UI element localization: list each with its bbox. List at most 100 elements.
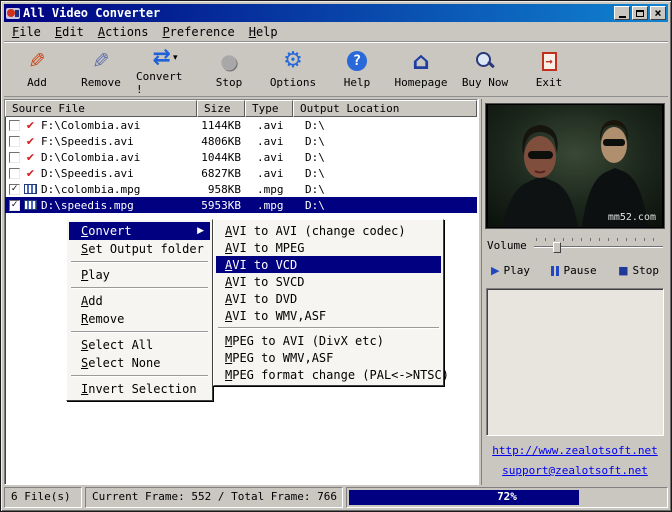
source-file-cell: D:\colombia.mpg — [41, 183, 140, 196]
row-checkbox[interactable]: ✓ — [9, 200, 20, 211]
context-menu-item-select-none[interactable]: Select None — [69, 354, 210, 372]
support-email-link[interactable]: support@zealotsoft.net — [502, 464, 648, 477]
remove-button[interactable]: ✎ Remove — [72, 45, 130, 94]
table-row[interactable]: ✔D:\Speedis.avi 6827KB .avi D:\ — [5, 165, 477, 181]
help-button[interactable]: ? Help — [328, 45, 386, 94]
row-checkbox[interactable]: ✓ — [9, 184, 20, 195]
minimize-icon — [619, 16, 626, 18]
submenu-item-mpeg-to-wmv[interactable]: MPEG to WMV,ASF — [216, 349, 441, 366]
volume-row: Volume — [487, 238, 663, 253]
homepage-button[interactable]: ⌂ Homepage — [392, 45, 450, 94]
file-list-header: Source File Size Type Output Location — [5, 100, 477, 117]
add-icon: ✎ — [28, 51, 46, 72]
app-window: All Video Converter × File Edit Actions … — [0, 0, 672, 512]
remove-icon: ✎ — [92, 51, 110, 72]
source-file-cell: D:\Speedis.avi — [41, 167, 134, 180]
context-menu-item-select-all[interactable]: Select All — [69, 336, 210, 354]
submenu-item-mpeg-to-avi[interactable]: MPEG to AVI (DivX etc) — [216, 332, 441, 349]
converted-check-icon: ✔ — [24, 119, 37, 132]
window-title: All Video Converter — [23, 6, 611, 20]
buy-now-button[interactable]: Buy Now — [456, 45, 514, 94]
row-checkbox[interactable] — [9, 120, 20, 131]
context-menu-item-remove[interactable]: Remove — [69, 310, 210, 328]
menu-help[interactable]: Help — [243, 23, 286, 41]
source-file-cell: F:\Colombia.avi — [41, 119, 140, 132]
menu-preference[interactable]: Preference — [156, 23, 242, 41]
row-checkbox[interactable] — [9, 168, 20, 179]
pause-button[interactable]: Pause — [549, 263, 598, 278]
table-row[interactable]: ✔F:\Colombia.avi 1144KB .avi D:\ — [5, 117, 477, 133]
stop-icon: ● — [220, 51, 237, 71]
context-menu-item-convert[interactable]: Convert ▶ — [69, 222, 210, 240]
maximize-icon — [636, 10, 644, 17]
submenu-item-avi-to-vcd[interactable]: AVI to VCD — [216, 256, 441, 273]
options-gear-icon: ⚙ — [283, 50, 303, 72]
context-menu-item-play[interactable]: Play — [69, 266, 210, 284]
minimize-button[interactable] — [614, 6, 630, 20]
column-header-type[interactable]: Type — [245, 100, 293, 117]
type-cell: .avi — [245, 167, 293, 180]
checkbox-check-icon: ✓ — [11, 184, 17, 194]
add-button[interactable]: ✎ Add — [8, 45, 66, 94]
source-file-cell: F:\Speedis.avi — [41, 135, 134, 148]
submenu-item-avi-to-svcd[interactable]: AVI to SVCD — [216, 273, 441, 290]
progress-label: 72% — [347, 490, 667, 503]
table-row[interactable]: ✔D:\Colombia.avi 1044KB .avi D:\ — [5, 149, 477, 165]
row-checkbox[interactable] — [9, 152, 20, 163]
play-button[interactable]: ▶ Play — [489, 263, 532, 278]
checkbox-check-icon: ✓ — [11, 200, 17, 210]
context-menu-item-invert-selection[interactable]: Invert Selection — [69, 380, 210, 398]
size-cell: 1144KB — [197, 119, 245, 132]
stop-button[interactable]: ● Stop — [200, 45, 258, 94]
submenu-item-avi-to-avi[interactable]: AVI to AVI (change codec) — [216, 222, 441, 239]
stop-playback-button[interactable]: ■ Stop — [616, 263, 661, 278]
exit-button[interactable]: → Exit — [520, 45, 578, 94]
close-button[interactable]: × — [650, 6, 666, 20]
homepage-house-icon: ⌂ — [412, 49, 429, 73]
source-file-cell: D:\speedis.mpg — [41, 199, 134, 212]
close-icon: × — [654, 8, 661, 18]
submenu-item-avi-to-dvd[interactable]: AVI to DVD — [216, 290, 441, 307]
table-row-selected[interactable]: ✓D:\speedis.mpg 5953KB .mpg D:\ — [5, 197, 477, 213]
preview-panel: mm52.com Volume ▶ Play Pause — [482, 99, 668, 485]
links: http://www.zealotsoft.net support@zealot… — [485, 442, 665, 483]
volume-slider[interactable] — [534, 238, 663, 253]
slider-ticks — [536, 238, 661, 241]
context-menu: Convert ▶ Set Output folder Play Add Rem… — [66, 219, 213, 401]
menu-actions[interactable]: Actions — [92, 23, 157, 41]
volume-slider-thumb[interactable] — [553, 242, 561, 253]
context-menu-item-set-output-folder[interactable]: Set Output folder — [69, 240, 210, 258]
submenu-item-mpeg-format-change[interactable]: MPEG format change (PAL<->NTSC) — [216, 366, 441, 383]
type-cell: .avi — [245, 151, 293, 164]
column-header-size[interactable]: Size — [197, 100, 245, 117]
size-cell: 5953KB — [197, 199, 245, 212]
output-cell: D:\ — [293, 135, 477, 148]
pause-icon — [551, 266, 559, 276]
table-row[interactable]: ✓D:\colombia.mpg 958KB .mpg D:\ — [5, 181, 477, 197]
titlebar[interactable]: All Video Converter × — [4, 4, 668, 22]
website-link[interactable]: http://www.zealotsoft.net — [492, 444, 658, 457]
app-icon — [6, 7, 20, 20]
submenu-item-avi-to-wmv[interactable]: AVI to WMV,ASF — [216, 307, 441, 324]
convert-button[interactable]: ⇄▾ Convert ! — [136, 45, 194, 94]
size-cell: 6827KB — [197, 167, 245, 180]
column-header-output-location[interactable]: Output Location — [293, 100, 477, 117]
row-checkbox[interactable] — [9, 136, 20, 147]
output-cell: D:\ — [293, 119, 477, 132]
maximize-button[interactable] — [632, 6, 648, 20]
play-icon: ▶ — [491, 264, 499, 277]
table-row[interactable]: ✔F:\Speedis.avi 4806KB .avi D:\ — [5, 133, 477, 149]
convert-dropdown-icon[interactable]: ▾ — [173, 53, 178, 63]
options-button[interactable]: ⚙ Options — [264, 45, 322, 94]
menu-separator — [71, 287, 208, 289]
converted-check-icon: ✔ — [24, 135, 37, 148]
submenu-arrow-icon: ▶ — [197, 226, 204, 236]
context-menu-item-add[interactable]: Add — [69, 292, 210, 310]
video-preview: mm52.com — [485, 103, 665, 229]
menu-edit[interactable]: Edit — [49, 23, 92, 41]
menu-file[interactable]: File — [6, 23, 49, 41]
type-cell: .mpg — [245, 183, 293, 196]
column-header-source-file[interactable]: Source File — [5, 100, 197, 117]
menu-separator — [71, 331, 208, 333]
submenu-item-avi-to-mpeg[interactable]: AVI to MPEG — [216, 239, 441, 256]
